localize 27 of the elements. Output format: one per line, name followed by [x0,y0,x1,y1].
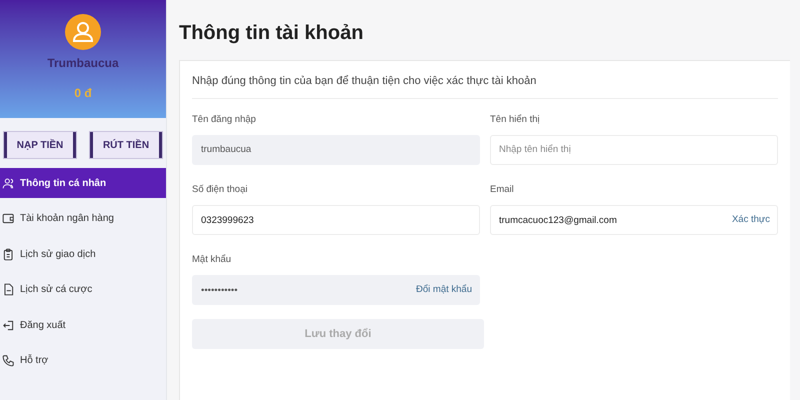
menu-item[interactable]: Lịch sử cá cược [0,274,166,304]
field-label: Mật khẩu [192,253,232,267]
field-label: Tên đăng nhập [192,112,256,126]
balance: 0 đ [74,85,92,102]
menu-item[interactable]: Hỗ trợ [0,346,166,376]
action-button[interactable]: RÚT TIỀN [90,132,162,158]
input-field[interactable]: 0323999623 [192,205,480,235]
action-button[interactable]: NẠP TIỀN [4,132,76,158]
wallet-icon [2,212,15,225]
page-title: Thông tin tài khoản [179,21,364,46]
phone-icon [2,354,15,367]
field-action-link[interactable]: Xác thực [732,214,770,226]
username: Trumbaucua [47,55,119,72]
clipboard-icon [2,248,15,260]
input-field[interactable]: Nhập tên hiển thị [490,134,778,165]
field-label: Số điện thoại [192,182,248,197]
logout-icon [2,318,15,332]
menu-item[interactable]: Tài khoản ngân hàng [0,204,166,234]
intro-text: Nhập đúng thông tin của bạn để thuận tiện cho việc xác thực tài khoản [192,73,778,98]
field-label: Email [490,182,514,197]
menu-item[interactable]: Lịch sử giao dịch [0,239,166,269]
field-label: Tên hiển thị [490,112,540,126]
menu-item[interactable]: Đăng xuất [0,310,166,340]
document-icon [2,283,15,296]
user-icon [2,176,15,190]
avatar-icon [65,14,101,50]
menu-item[interactable]: Thông tin cá nhân [0,168,166,198]
